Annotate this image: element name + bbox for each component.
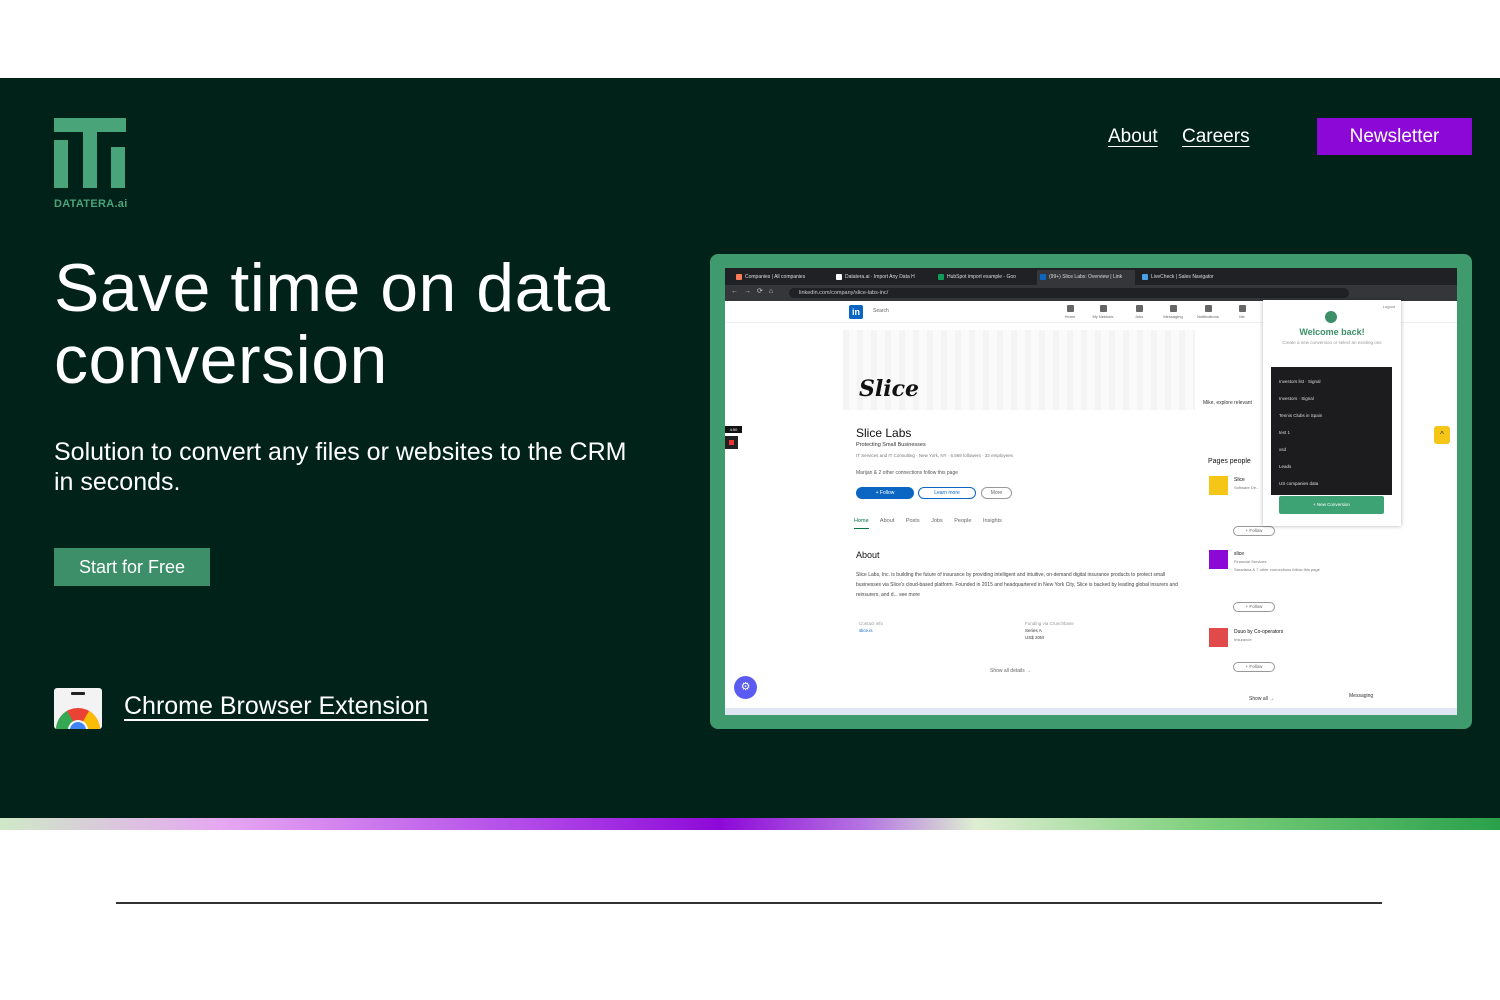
chrome-icon[interactable] <box>54 688 102 729</box>
tab-label: (99+) Slice Labs: Overview | Link <box>1049 274 1123 280</box>
welcome-title: Welcome back! <box>1299 327 1365 337</box>
extension-logo-icon <box>1325 311 1337 323</box>
show-all-link[interactable]: Show all → <box>1249 696 1339 702</box>
more-button[interactable]: More <box>981 487 1012 499</box>
li-nav-network[interactable]: My Network <box>1091 305 1115 319</box>
follow-pill[interactable]: + Follow <box>1233 526 1275 536</box>
taskbar-strip <box>725 708 1457 715</box>
company-connections: Marijan & 2 other connections follow thi… <box>856 470 959 476</box>
li-nav-messaging[interactable]: Messaging <box>1161 305 1185 319</box>
nav-careers-link[interactable]: Careers <box>1182 126 1250 148</box>
conversion-item[interactable]: Investors list · Signal <box>1279 379 1321 384</box>
conversion-item[interactable]: Leads <box>1279 464 1291 469</box>
browser-screenshot: Companies | All companies Datatera.ai · … <box>725 268 1457 715</box>
product-screenshot-frame: Companies | All companies Datatera.ai · … <box>710 254 1472 729</box>
linkedin-logo-icon[interactable]: in <box>849 305 863 319</box>
collapse-tab-icon[interactable]: ^ <box>1434 426 1450 444</box>
show-all-details-link[interactable]: Show all details → <box>990 668 1031 674</box>
browser-tab-bar: Companies | All companies Datatera.ai · … <box>725 268 1457 285</box>
recording-widget[interactable]: 4:50 <box>725 426 742 449</box>
start-free-button[interactable]: Start for Free <box>54 548 210 586</box>
tab-label: HubSpot import example - Goo <box>947 274 1016 280</box>
tab-people[interactable]: People <box>954 518 971 524</box>
follow-pill[interactable]: + Follow <box>1233 602 1275 612</box>
company-name: Slice Labs <box>856 426 912 440</box>
extension-popup: Logout Welcome back! Create a new conver… <box>1263 300 1401 526</box>
logout-link[interactable]: Logout <box>1383 304 1395 309</box>
follow-pill[interactable]: + Follow <box>1233 662 1275 672</box>
welcome-subtitle: Create a new conversion or select an exi… <box>1282 340 1382 345</box>
gradient-divider <box>0 818 1500 830</box>
tab-label: LiveCheck | Sales Navigator <box>1151 274 1214 280</box>
about-heading: About <box>856 550 880 560</box>
conversion-list: Investors list · Signal Investors · Sign… <box>1271 367 1392 495</box>
conversion-item[interactable]: US companies data <box>1279 481 1318 486</box>
conversion-item[interactable]: test 1 <box>1279 430 1290 435</box>
linkedin-search[interactable]: Search <box>873 308 889 314</box>
tab-label: Companies | All companies <box>745 274 806 280</box>
hero-subhead: Solution to convert any files or website… <box>54 438 627 496</box>
tab-posts[interactable]: Posts <box>906 518 920 524</box>
conversion-item[interactable]: xsd <box>1279 447 1286 452</box>
nav-about-link[interactable]: About <box>1108 126 1158 148</box>
browser-tab-active[interactable]: (99+) Slice Labs: Overview | Link <box>1037 270 1135 285</box>
about-text: Slice Labs, Inc. is building the future … <box>856 572 1178 598</box>
cover-brand-word: Slice <box>859 376 919 402</box>
tab-about[interactable]: About <box>880 518 894 524</box>
chrome-extension-link[interactable]: Chrome Browser Extension <box>124 692 428 721</box>
browser-tab[interactable]: Datatera.ai · Import Any Data H <box>833 270 931 285</box>
learn-more-button[interactable]: Learn more <box>918 487 976 499</box>
tab-insights[interactable]: Insights <box>983 518 1002 524</box>
browser-tab[interactable]: HubSpot import example - Goo <box>935 270 1033 285</box>
li-nav-notifications[interactable]: Notifications <box>1196 305 1220 319</box>
company-meta: IT Services and IT Consulting · New York… <box>856 453 1013 458</box>
funding-info: Funding via Crunchbase Series A US$ 20M <box>1025 621 1074 640</box>
li-nav-me[interactable]: Me <box>1230 305 1254 319</box>
conversion-item[interactable]: Investors · Signal <box>1279 396 1314 401</box>
company-tagline: Protecting Small Businesses <box>856 442 926 448</box>
gear-icon[interactable]: ⚙ <box>734 676 757 699</box>
tab-home[interactable]: Home <box>854 518 869 529</box>
conversion-item[interactable]: Tennis Clubs in Spain <box>1279 413 1322 418</box>
new-conversion-button[interactable]: + New Conversion <box>1279 496 1384 514</box>
recording-time: 4:50 <box>725 426 742 433</box>
logo-mark-icon <box>54 118 126 188</box>
contact-info: Contact info slice.is <box>859 621 884 633</box>
url-field[interactable]: linkedin.com/company/slice-labs-inc/ <box>789 288 1349 298</box>
messaging-bar[interactable]: Messaging <box>1329 688 1457 704</box>
logo-text: DATATERA.ai <box>54 198 128 210</box>
follow-button[interactable]: + Follow <box>856 487 914 499</box>
address-bar: ←→⟳⌂ linkedin.com/company/slice-labs-inc… <box>725 285 1457 301</box>
datatera-logo[interactable]: DATATERA.ai <box>54 118 128 214</box>
stop-icon[interactable] <box>725 436 738 449</box>
li-nav-home[interactable]: Home <box>1058 305 1082 319</box>
browser-tab[interactable]: LiveCheck | Sales Navigator <box>1139 270 1237 285</box>
browser-tab[interactable]: Companies | All companies <box>733 270 831 285</box>
company-tabs: Home About Posts Jobs People Insights <box>854 518 1012 529</box>
browser-nav-buttons[interactable]: ←→⟳⌂ <box>731 287 779 295</box>
newsletter-button[interactable]: Newsletter <box>1317 118 1472 155</box>
hero-headline: Save time on data conversion <box>54 250 611 398</box>
li-nav-jobs[interactable]: Jobs <box>1127 305 1151 319</box>
tab-jobs[interactable]: Jobs <box>931 518 943 524</box>
tab-label: Datatera.ai · Import Any Data H <box>845 274 915 280</box>
section-divider <box>116 902 1382 904</box>
pages-people-heading: Pages people <box>1208 458 1251 465</box>
